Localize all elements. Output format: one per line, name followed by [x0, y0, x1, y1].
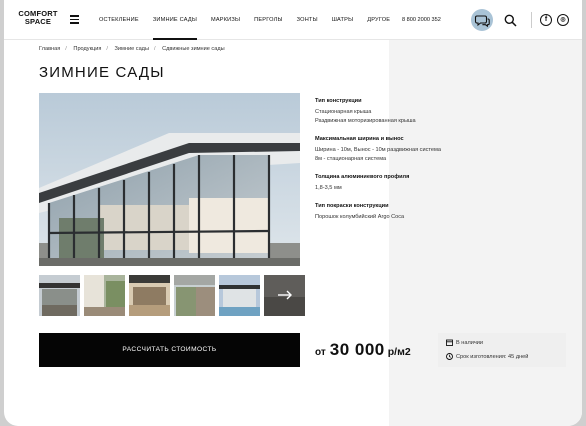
spec-line: Порошок колумбийский Argo Coca [315, 214, 405, 220]
price-prefix: от [315, 347, 326, 358]
thumbnail-3[interactable] [129, 275, 170, 316]
thumbnail-next[interactable] [264, 275, 305, 316]
page-title: ЗИМНИЕ САДЫ [39, 64, 165, 81]
spec-profile-thickness: Толщина алюминиевого профиля 1,8-3,5 мм [315, 174, 485, 193]
calendar-icon [446, 339, 453, 346]
nav-item-pergolas[interactable]: ПЕРГОЛЫ [247, 0, 290, 40]
spec-heading: Тип покраски конструкции [315, 203, 389, 209]
nav-item-awnings[interactable]: МАРКИЗЫ [204, 0, 247, 40]
spec-list: Тип конструкции Стационарная крыша Раздв… [315, 98, 485, 232]
availability-row: В наличии [446, 339, 484, 346]
calculate-cost-button[interactable]: РАССЧИТАТЬ СТОИМОСТЬ [39, 333, 300, 367]
spec-construction-type: Тип конструкции Стационарная крыша Раздв… [315, 98, 485, 126]
nav-item-tents[interactable]: ШАТРЫ [325, 0, 361, 40]
site-header: COMFORT SPACE ОСТЕКЛЕНИЕ ЗИМНИЕ САДЫ МАР… [4, 0, 582, 40]
price-value: 30 000 [329, 340, 385, 359]
instagram-icon[interactable]: ◎ [557, 14, 569, 26]
nav-item-umbrellas[interactable]: ЗОНТЫ [290, 0, 325, 40]
availability-box: В наличии Срок изготовления: 45 дней [438, 333, 566, 367]
breadcrumb-home[interactable]: Главная [39, 46, 60, 52]
spec-heading: Тип конструкции [315, 98, 362, 104]
breadcrumb-current: Сдвижные зимние сады [162, 46, 225, 52]
spec-line: Раздвижная моторизированная крыша [315, 118, 416, 124]
nav-item-glazing[interactable]: ОСТЕКЛЕНИЕ [92, 0, 146, 40]
price-unit: р/м2 [387, 346, 411, 358]
clock-icon [446, 353, 453, 360]
lead-time: Срок изготовления: 45 дней [456, 354, 529, 360]
main-nav: ОСТЕКЛЕНИЕ ЗИМНИЕ САДЫ МАРКИЗЫ ПЕРГОЛЫ З… [92, 0, 397, 40]
nav-item-other[interactable]: ДРУГОЕ [360, 0, 397, 40]
browser-window: COMFORT SPACE ОСТЕКЛЕНИЕ ЗИМНИЕ САДЫ МАР… [4, 0, 582, 426]
spec-max-width: Максимальная ширина и вынос Ширина - 10м… [315, 136, 485, 164]
breadcrumb-winter-gardens[interactable]: Зимние сады [115, 46, 149, 52]
logo-line-2: SPACE [24, 17, 52, 26]
breadcrumb-products[interactable]: Продукция [73, 46, 101, 52]
thumbnail-5[interactable] [219, 275, 260, 316]
spec-heading: Толщина алюминиевого профиля [315, 174, 410, 180]
hamburger-icon[interactable] [70, 15, 79, 24]
spec-line: 1,8-3,5 мм [315, 185, 342, 191]
thumbnail-strip [39, 275, 305, 316]
logo[interactable]: COMFORT SPACE [16, 10, 60, 26]
spec-line: Стационарная крыша [315, 109, 372, 115]
lead-time-row: Срок изготовления: 45 дней [446, 353, 529, 360]
thumbnail-4[interactable] [174, 275, 215, 316]
next-section-card [39, 404, 389, 426]
thumbnail-2[interactable] [84, 275, 125, 316]
price: от 30 000 р/м2 [315, 340, 411, 360]
facebook-icon[interactable]: f [540, 14, 552, 26]
search-icon[interactable] [504, 14, 517, 27]
breadcrumb: Главная / Продукция / Зимние сады / Сдвижны… [39, 46, 225, 52]
thumbnail-1[interactable] [39, 275, 80, 316]
spec-paint-type: Тип покраски конструкции Порошок колумби… [315, 203, 485, 222]
availability-status: В наличии [456, 340, 484, 346]
product-main-image[interactable] [39, 93, 300, 266]
spec-heading: Максимальная ширина и вынос [315, 136, 404, 142]
header-divider [531, 12, 532, 28]
spec-line: Ширина - 10м, Вынос - 10м раздвижная сис… [315, 147, 441, 153]
chat-icon[interactable] [471, 9, 493, 31]
nav-item-winter-gardens[interactable]: ЗИМНИЕ САДЫ [146, 0, 204, 40]
device-frame: COMFORT SPACE ОСТЕКЛЕНИЕ ЗИМНИЕ САДЫ МАР… [0, 0, 586, 426]
phone-number[interactable]: 8 800 2000 352 [402, 0, 441, 40]
spec-line: 8м - стационарная система [315, 156, 387, 162]
